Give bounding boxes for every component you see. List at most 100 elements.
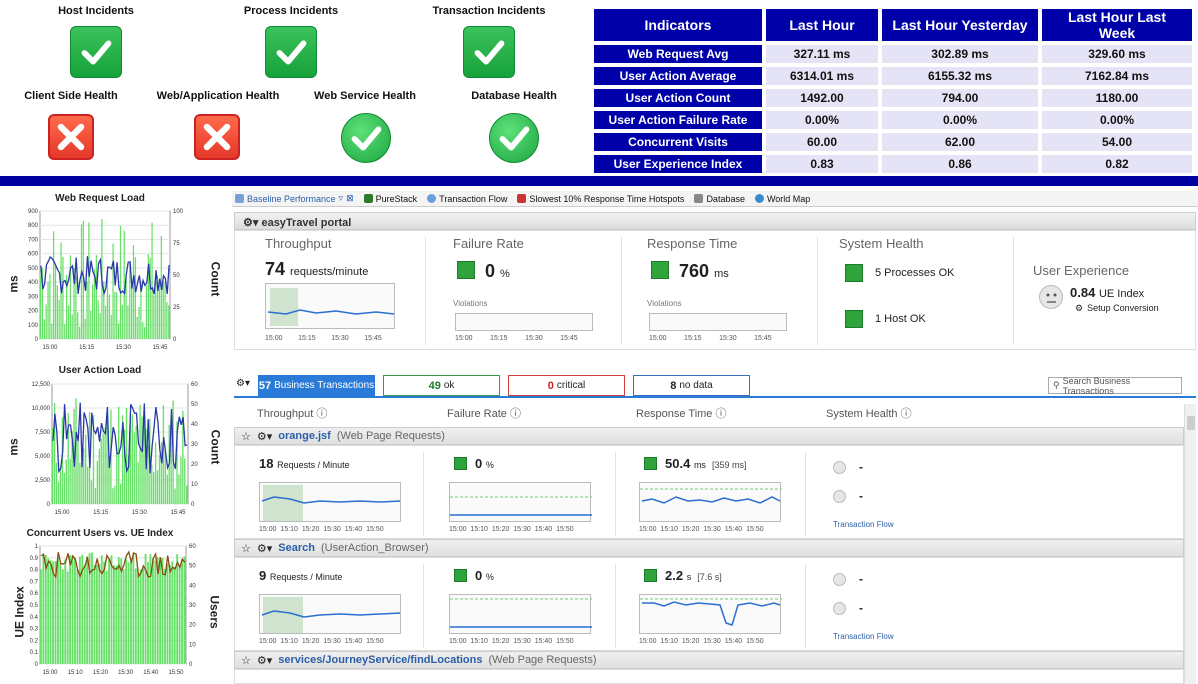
load-bar xyxy=(49,560,52,664)
processes-ok-label[interactable]: 5 Processes OK xyxy=(875,267,954,279)
hosts-ok-label[interactable]: 1 Host OK xyxy=(875,313,926,325)
col-system-health[interactable]: System Health ⓘ xyxy=(826,405,912,421)
client-side-health-fail-icon[interactable] xyxy=(48,114,94,160)
y2-tick-label: 25 xyxy=(173,305,180,311)
gear-icon[interactable]: ⚙▾ xyxy=(257,654,272,667)
star-icon[interactable]: ☆ xyxy=(241,430,251,443)
search-icon: ⚲ xyxy=(1053,380,1060,390)
bt-row-name[interactable]: orange.jsf xyxy=(278,430,331,442)
load-bar xyxy=(127,305,129,339)
load-bar xyxy=(57,558,59,664)
setup-conversion-link[interactable]: ⚙ Setup Conversion xyxy=(1075,303,1159,314)
tab-database[interactable]: Database xyxy=(691,194,748,204)
tab-purestack[interactable]: PureStack xyxy=(361,194,421,204)
host-incidents-ok-icon[interactable] xyxy=(70,26,122,78)
col-response-time[interactable]: Response Time ⓘ xyxy=(636,405,727,421)
bt-row-health-1: - xyxy=(859,572,863,586)
indicator-row: User Action Average 6314.01 ms 6155.32 ms 7… xyxy=(594,67,1192,85)
load-bar xyxy=(155,282,157,339)
bt-crit-count: 0 xyxy=(547,379,554,392)
divider xyxy=(817,237,818,345)
load-bar xyxy=(166,302,168,339)
bt-row-failure-chart[interactable] xyxy=(449,482,592,522)
bt-row-header[interactable]: ☆ ⚙▾ Search (UserAction_Browser) xyxy=(234,539,1184,557)
y-tick-label: 400 xyxy=(28,280,39,286)
load-bar xyxy=(110,314,112,339)
process-incidents-ok-icon[interactable] xyxy=(265,26,317,78)
indicator-value: 62.00 xyxy=(882,133,1038,151)
failure-violations-bar[interactable] xyxy=(455,313,593,331)
star-icon[interactable]: ☆ xyxy=(241,542,251,555)
bt-total-label: Business Transactions xyxy=(274,380,375,391)
bt-row-header[interactable]: ☆ ⚙▾ services/JourneyService/findLocations… xyxy=(234,651,1184,669)
gear-icon[interactable]: ⚙▾ xyxy=(257,430,272,443)
load-bar xyxy=(168,565,171,664)
tab-transaction-flow[interactable]: Transaction Flow xyxy=(424,194,510,204)
web-service-health-ok-icon[interactable] xyxy=(341,113,391,163)
bt-ok-tab[interactable]: 49 ok xyxy=(383,375,500,396)
load-bar xyxy=(84,318,86,339)
bt-row-response-chart[interactable] xyxy=(639,594,782,634)
col-throughput[interactable]: Throughput ⓘ xyxy=(257,405,327,421)
x-tick-label: 15:15 xyxy=(93,510,109,516)
load-bar xyxy=(92,284,94,339)
close-icon[interactable]: ⊠ xyxy=(346,193,354,204)
y-tick-label: 12,500 xyxy=(32,382,51,388)
bt-row-header[interactable]: ☆ ⚙▾ orange.jsf (Web Page Requests) xyxy=(234,427,1184,445)
web-app-health-fail-icon[interactable] xyxy=(194,114,240,160)
bt-row-type: (UserAction_Browser) xyxy=(320,542,429,554)
bt-row-failure-chart[interactable] xyxy=(449,594,592,634)
y-tick-label: 0.7 xyxy=(30,579,39,585)
bt-row-response: 50.4 ms [359 ms] xyxy=(665,456,747,471)
indicator-value: 0.86 xyxy=(882,155,1038,173)
x-tick-label: 15:15 xyxy=(79,345,95,351)
bt-total-tab[interactable]: 57 Business Transactions xyxy=(258,375,375,396)
load-bar xyxy=(118,323,120,339)
scrollbar-thumb[interactable] xyxy=(1187,416,1195,430)
bt-critical-tab[interactable]: 0 critical xyxy=(508,375,625,396)
tab-world-map[interactable]: World Map xyxy=(752,194,813,204)
bt-search-input[interactable]: ⚲ Search Business Transactions xyxy=(1048,376,1182,396)
load-bar xyxy=(43,319,45,339)
tab-baseline-performance[interactable]: Baseline Performance ▿ ⊠ xyxy=(232,193,357,204)
y2-tick-label: 10 xyxy=(191,482,198,488)
gear-icon[interactable]: ⚙▾ xyxy=(257,542,272,555)
divider xyxy=(425,237,426,345)
scrollbar[interactable] xyxy=(1184,404,1196,684)
load-bar xyxy=(116,292,118,339)
bt-row-response-chart[interactable] xyxy=(639,482,782,522)
indicator-value: 1180.00 xyxy=(1042,89,1192,107)
throughput-sparkline[interactable] xyxy=(265,283,395,329)
gear-icon[interactable]: ⚙▾ xyxy=(243,217,258,229)
load-bar xyxy=(133,432,135,504)
bt-row-throughput-chart[interactable] xyxy=(259,594,401,634)
bt-nodata-tab[interactable]: 8 no data xyxy=(633,375,750,396)
x-tick-label: 15:30 xyxy=(116,345,132,351)
transaction-flow-link[interactable]: Transaction Flow xyxy=(833,520,894,529)
star-icon[interactable]: ☆ xyxy=(241,654,251,667)
failure-title: Failure Rate xyxy=(453,236,524,251)
portal-header[interactable]: ⚙▾ easyTravel portal xyxy=(234,212,1196,230)
response-violations-bar[interactable] xyxy=(649,313,787,331)
filter-icon[interactable]: ▿ xyxy=(339,193,344,204)
load-bar xyxy=(75,276,77,339)
bt-settings-icon[interactable]: ⚙▾ xyxy=(236,378,250,389)
divider xyxy=(615,564,616,648)
indicators-header: Indicators xyxy=(594,9,762,41)
bt-row-name[interactable]: Search xyxy=(278,542,315,554)
load-bar xyxy=(45,304,47,339)
bt-row-name[interactable]: services/JourneyService/findLocations xyxy=(278,654,482,666)
transaction-flow-link[interactable]: Transaction Flow xyxy=(833,632,894,641)
col-failure-rate[interactable]: Failure Rate ⓘ xyxy=(447,405,521,421)
database-health-ok-icon[interactable] xyxy=(489,113,539,163)
web-request-y2label: Count xyxy=(208,261,223,297)
load-bar xyxy=(98,563,101,664)
tab-hotspots[interactable]: Slowest 10% Response Time Hotspots xyxy=(514,194,687,204)
bt-row-throughput-chart[interactable] xyxy=(259,482,401,522)
load-bar xyxy=(97,300,99,339)
x-tick-label: 15:45 xyxy=(170,510,186,516)
transaction-incidents-ok-icon[interactable] xyxy=(463,26,515,78)
load-bar xyxy=(69,555,72,664)
load-bar xyxy=(52,561,54,664)
load-bar xyxy=(136,316,138,339)
